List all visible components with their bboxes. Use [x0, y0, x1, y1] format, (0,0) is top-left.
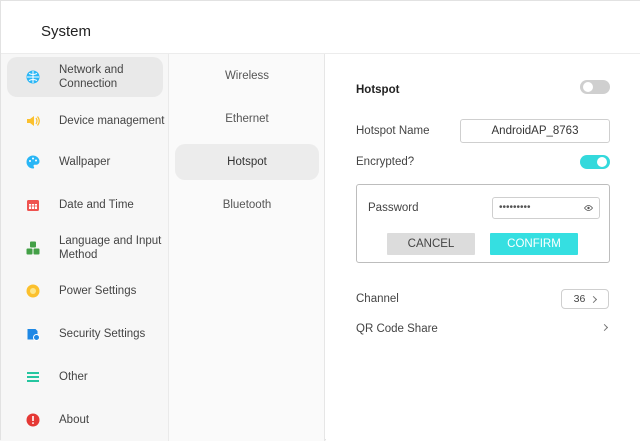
encrypted-label: Encrypted?	[356, 156, 415, 168]
shield-icon	[27, 329, 40, 341]
network-submenu: Wireless Ethernet Hotspot Bluetooth	[169, 54, 325, 441]
eye-icon[interactable]	[584, 205, 593, 211]
sidebar-item-wallpaper[interactable]: Wallpaper	[7, 142, 163, 182]
speaker-icon	[27, 116, 40, 126]
sidebar-item-language[interactable]: Language and Input Method	[7, 228, 163, 268]
hotspot-panel: Hotspot Hotspot Name AndroidAP_8763 Encr…	[326, 54, 640, 441]
list-icon	[27, 372, 39, 382]
sidebar-item-label: Other	[59, 371, 88, 383]
toggle-knob	[583, 82, 593, 92]
sidebar-item-network[interactable]: Network and Connection	[7, 57, 163, 97]
hotspot-toggle[interactable]	[580, 80, 610, 94]
sidebar-item-about[interactable]: About	[7, 400, 163, 440]
sidebar-item-label: Power Settings	[59, 285, 137, 297]
sidebar-item-label: About	[59, 414, 90, 426]
menu-item-bluetooth[interactable]: Bluetooth	[175, 187, 319, 223]
sidebar: Network and Connection Device management…	[1, 54, 169, 441]
encrypted-toggle[interactable]	[580, 155, 610, 169]
channel-selector[interactable]: 36	[561, 289, 609, 309]
sidebar-item-device[interactable]: Device management	[7, 101, 165, 141]
password-label: Password	[368, 202, 419, 214]
menu-item-hotspot[interactable]: Hotspot	[175, 144, 319, 180]
chevron-right-icon[interactable]	[600, 323, 609, 332]
apps-icon	[26, 241, 40, 255]
sidebar-item-other[interactable]: Other	[7, 357, 163, 397]
sidebar-item-power[interactable]: Power Settings	[7, 271, 163, 311]
window-title: System	[41, 23, 92, 40]
sidebar-item-label: Network and Connection	[59, 64, 124, 90]
sidebar-item-label: Wallpaper	[59, 156, 111, 168]
cancel-button[interactable]: CANCEL	[387, 233, 475, 255]
sidebar-item-label: Language and Input Method	[59, 235, 162, 261]
channel-value: 36	[573, 293, 586, 305]
menu-item-ethernet[interactable]: Ethernet	[175, 101, 319, 137]
info-icon	[26, 413, 40, 427]
sidebar-item-label: Date and Time	[59, 199, 134, 211]
hotspot-name-label: Hotspot Name	[356, 125, 430, 137]
channel-label: Channel	[356, 293, 399, 305]
chevron-right-icon	[590, 295, 598, 303]
palette-icon	[26, 155, 40, 169]
sidebar-item-label: Security Settings	[59, 328, 146, 340]
sidebar-item-security[interactable]: Security Settings	[7, 314, 163, 354]
sidebar-item-label: Device management	[59, 115, 165, 127]
hotspot-title: Hotspot	[356, 84, 400, 96]
password-value: •••••••••	[499, 202, 531, 213]
globe-icon	[26, 70, 40, 84]
confirm-button[interactable]: CONFIRM	[490, 233, 578, 255]
menu-item-wireless[interactable]: Wireless	[175, 58, 319, 94]
toggle-knob	[597, 157, 607, 167]
password-field[interactable]: •••••••••	[492, 197, 600, 219]
sidebar-item-date-time[interactable]: Date and Time	[7, 185, 163, 225]
title-bar: System	[1, 1, 640, 54]
password-dialog: Password ••••••••• CANCEL CONFIRM	[356, 184, 610, 263]
qr-share-label[interactable]: QR Code Share	[356, 323, 438, 335]
hotspot-name-field[interactable]: AndroidAP_8763	[460, 119, 610, 143]
calendar-icon	[27, 200, 39, 211]
power-icon	[26, 284, 40, 298]
settings-window: System Network and Connection Device man…	[0, 0, 640, 441]
